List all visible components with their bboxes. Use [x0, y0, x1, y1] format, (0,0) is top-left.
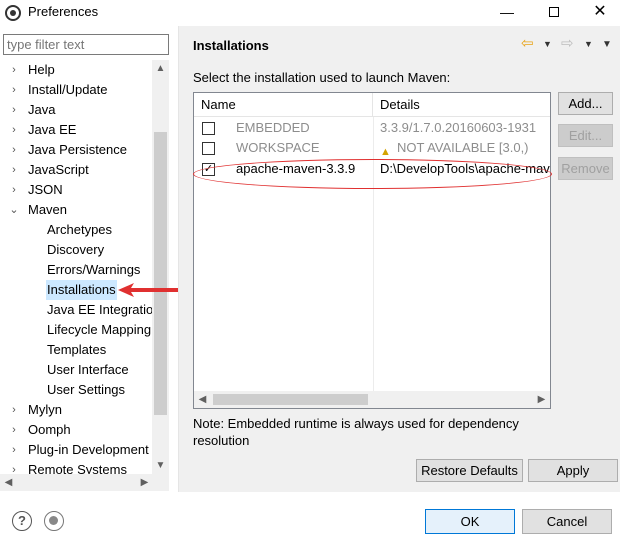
tree-item-label: Plug-in Development	[28, 442, 149, 457]
tree-item-label: JSON	[28, 182, 63, 197]
tree-item-label: User Settings	[47, 382, 126, 397]
installations-page: Select the installation used to launch M…	[179, 65, 620, 492]
filter-field[interactable]	[3, 34, 169, 55]
tree-vertical-scrollbar[interactable]: ▲ ▼	[152, 60, 169, 474]
chevron-down-icon[interactable]: ▼	[543, 39, 552, 49]
chevron-right-icon[interactable]: ›	[8, 120, 20, 140]
tree-item-label: Java	[28, 102, 56, 117]
annotation-arrow-icon	[118, 283, 178, 297]
annotation-ellipse	[193, 159, 552, 189]
chevron-right-icon[interactable]: ›	[8, 80, 20, 100]
tree-item-label: Oomph	[28, 422, 71, 437]
column-header-details[interactable]: Details	[373, 93, 550, 117]
table-row[interactable]: EMBEDDED 3.3.9/1.7.0.20160603-1931	[194, 118, 550, 138]
tree-item-label: JavaScript	[28, 162, 89, 177]
tree-item-label: User Interface	[47, 362, 129, 377]
tree-item-label: Java EE Integration	[47, 302, 161, 317]
scroll-up-icon[interactable]: ▲	[152, 60, 169, 77]
ok-button[interactable]: OK	[425, 509, 515, 534]
scroll-left-icon[interactable]: ◀	[0, 474, 17, 491]
tree-item-label: Maven	[28, 202, 68, 217]
table-row[interactable]: WORKSPACE ▲ NOT AVAILABLE [3.0,)	[194, 138, 550, 158]
tree-item-label: Mylyn	[28, 402, 62, 417]
row-checkbox[interactable]	[202, 122, 215, 135]
chevron-down-icon[interactable]: ▼	[584, 39, 593, 49]
record-icon[interactable]	[44, 511, 64, 531]
tree-item-label: Install/Update	[28, 82, 108, 97]
tree-item-label: Help	[28, 62, 55, 77]
chevron-right-icon[interactable]: ›	[8, 180, 20, 200]
page-header: Installations ⇦ ▼ ⇨ ▼ ▼	[179, 26, 620, 65]
page-title: Installations	[193, 38, 269, 53]
arrow-right-icon[interactable]: ⇨	[561, 36, 577, 51]
scroll-right-icon[interactable]: ▶	[533, 391, 550, 408]
window-title: Preferences	[28, 4, 99, 19]
scroll-down-icon[interactable]: ▼	[152, 457, 169, 474]
arrow-left-icon[interactable]: ⇦	[521, 36, 537, 51]
tree-item-label: Templates	[47, 342, 107, 357]
row-details: 3.3.9/1.7.0.20160603-1931	[380, 120, 537, 135]
minimize-button[interactable]: —	[484, 0, 530, 26]
chevron-right-icon[interactable]: ›	[8, 440, 20, 460]
chevron-right-icon[interactable]: ›	[8, 420, 20, 440]
scroll-thumb[interactable]	[154, 132, 167, 415]
tree-item-label: Remote Systems	[28, 462, 127, 474]
tree-item-label: Java Persistence	[28, 142, 127, 157]
row-name: WORKSPACE	[236, 140, 320, 155]
apply-button[interactable]: Apply	[528, 459, 618, 482]
scroll-left-icon[interactable]: ◀	[194, 391, 211, 408]
chevron-right-icon[interactable]: ›	[8, 400, 20, 420]
row-checkbox[interactable]	[202, 142, 215, 155]
row-details: NOT AVAILABLE [3.0,)	[397, 140, 529, 155]
cancel-button[interactable]: Cancel	[522, 509, 612, 534]
close-button[interactable]: ✕	[577, 0, 620, 26]
chevron-right-icon[interactable]: ›	[8, 160, 20, 180]
maximize-button[interactable]	[531, 0, 577, 26]
row-name: EMBEDDED	[236, 120, 310, 135]
tree-horizontal-scrollbar[interactable]: ◀ ▶	[0, 474, 169, 491]
title-bar: Preferences — ✕	[0, 0, 620, 26]
filter-input[interactable]	[4, 35, 168, 54]
chevron-right-icon[interactable]: ›	[8, 460, 20, 474]
tree-item-label: Archetypes	[47, 222, 113, 237]
add-button[interactable]: Add...	[558, 92, 613, 115]
embedded-note: Note: Embedded runtime is always used fo…	[193, 416, 519, 448]
tree-item-label: Installations	[46, 280, 117, 300]
chevron-right-icon[interactable]: ›	[8, 60, 20, 80]
instruction-label: Select the installation used to launch M…	[193, 70, 451, 85]
remove-button[interactable]: Remove	[558, 157, 613, 180]
preference-tree[interactable]: › Help › Install/Update › Java › Java EE › Java P…	[0, 60, 170, 474]
chevron-right-icon[interactable]: ›	[8, 140, 20, 160]
table-horizontal-scrollbar[interactable]: ◀ ▶	[194, 391, 550, 408]
edit-button[interactable]: Edit...	[558, 124, 613, 147]
tree-item-label: Errors/Warnings	[47, 262, 141, 277]
scroll-right-icon[interactable]: ▶	[136, 474, 153, 491]
tree-item-label: Discovery	[47, 242, 105, 257]
tree-item-label: Lifecycle Mapping	[47, 322, 152, 337]
eclipse-icon	[5, 5, 21, 21]
restore-defaults-button[interactable]: Restore Defaults	[416, 459, 523, 482]
installations-table[interactable]: Name Details EMBEDDED 3.3.9/1.7.0.201606…	[193, 92, 551, 409]
chevron-down-icon[interactable]: ⌄	[8, 200, 20, 220]
column-header-name[interactable]: Name	[194, 93, 373, 117]
scroll-thumb[interactable]	[213, 394, 368, 405]
maximize-icon	[549, 7, 559, 17]
tree-item-label: Java EE	[28, 122, 77, 137]
help-icon[interactable]: ?	[12, 511, 32, 531]
chevron-right-icon[interactable]: ›	[8, 100, 20, 120]
view-menu-icon[interactable]: ▼	[602, 39, 612, 50]
